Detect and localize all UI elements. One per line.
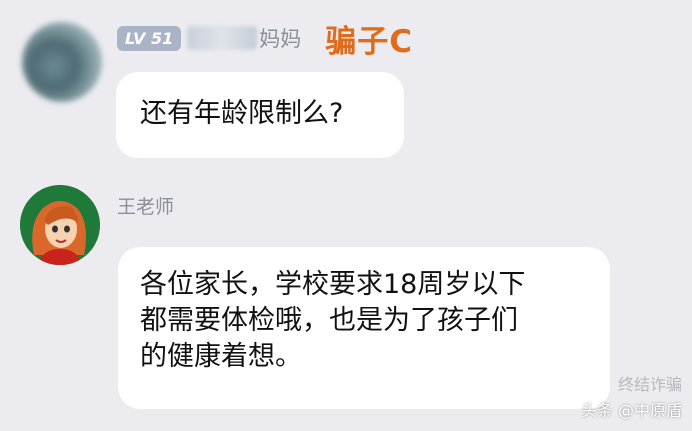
avatar-teacher[interactable]	[20, 185, 100, 265]
watermark: 终结诈骗 头条 @中原盾	[581, 371, 682, 421]
message-text-line: 都需要体检哦，也是为了孩子们	[140, 305, 518, 336]
message-text-line: 各位家长，学校要求18周岁以下	[140, 269, 526, 300]
message-text: 还有年龄限制么?	[140, 98, 344, 129]
sender-name-suffix: 妈妈	[259, 27, 302, 51]
level-badge: LV 51	[117, 25, 182, 51]
watermark-line1: 终结诈骗	[617, 375, 682, 394]
cartoon-teacher-icon	[20, 185, 100, 265]
sender-info: 王老师	[117, 190, 174, 220]
sender-name: 王老师	[117, 195, 175, 218]
message-text-line: 的健康着想。	[140, 341, 302, 372]
watermark-line2: 头条 @中原盾	[580, 401, 682, 420]
scammer-annotation: 骗子C	[325, 23, 413, 60]
sender-name-blurred	[187, 26, 258, 50]
message-text: 各位家长，学校要求18周岁以下 都需要体检哦，也是为了孩子们 的健康着想。	[118, 247, 610, 375]
message-bubble[interactable]: 各位家长，学校要求18周岁以下 都需要体检哦，也是为了孩子们 的健康着想。	[118, 247, 610, 409]
message-bubble[interactable]: 还有年龄限制么?	[116, 72, 404, 158]
avatar-blurred[interactable]	[22, 22, 102, 102]
sender-info: LV 51 妈妈 骗子C	[117, 18, 413, 60]
